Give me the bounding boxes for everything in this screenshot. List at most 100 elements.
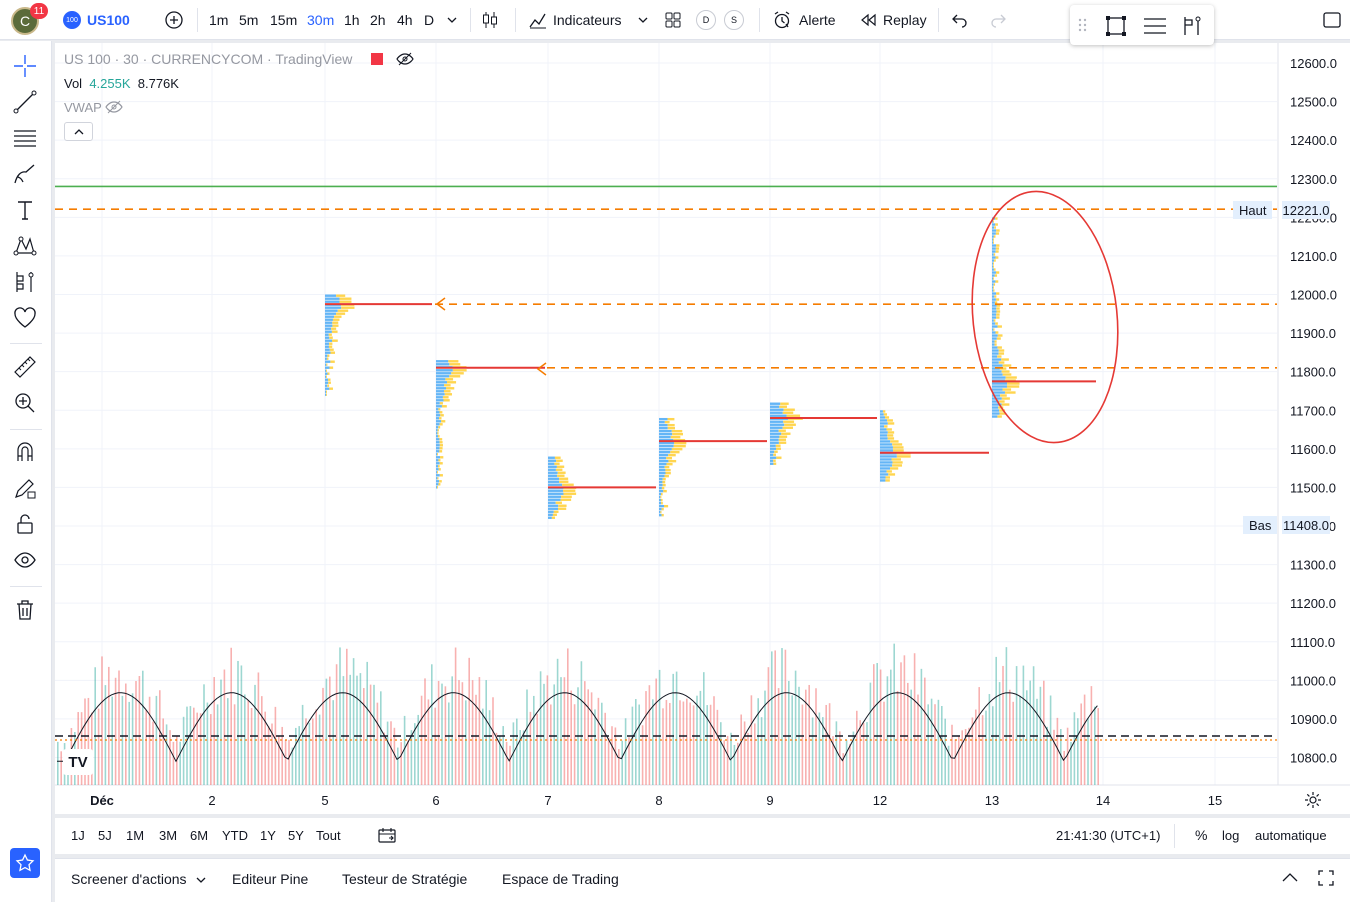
range-5J[interactable]: 5J (98, 828, 112, 843)
profile-bar-blue (992, 295, 995, 298)
range-Tout[interactable]: Tout (316, 828, 341, 843)
timeframe-15m[interactable]: 15m (270, 12, 297, 28)
eye-hidden-icon[interactable] (105, 99, 123, 115)
clock[interactable]: 21:41:30 (UTC+1) (1056, 828, 1160, 843)
settings-gear-icon[interactable] (1304, 791, 1322, 809)
s-button[interactable]: S (724, 10, 744, 30)
profile-bar-yellow (890, 467, 899, 470)
volume-bar (601, 702, 603, 785)
profile-bar-blue (992, 376, 1006, 379)
timeframe-D[interactable]: D (424, 12, 434, 28)
log-toggle[interactable]: log (1222, 828, 1239, 843)
range-1M[interactable]: 1M (126, 828, 144, 843)
volume-bar (686, 698, 688, 785)
alarm-clock-icon[interactable] (772, 10, 792, 30)
volume-bar (655, 678, 657, 785)
volume-bar (376, 702, 379, 785)
volume-bar (142, 670, 144, 785)
pattern-tool[interactable] (10, 231, 40, 261)
tab-pine-editor[interactable]: Editeur Pine (232, 871, 308, 887)
divider (1174, 824, 1175, 848)
d-button[interactable]: D (696, 10, 716, 30)
timeframe-1h[interactable]: 1h (344, 12, 360, 28)
crosshair-tool[interactable] (10, 51, 40, 81)
add-symbol-icon[interactable] (164, 10, 184, 30)
magnet-tool[interactable] (10, 437, 40, 467)
text-tool[interactable] (10, 195, 40, 225)
trend-line-tool[interactable] (10, 87, 40, 117)
horizontal-lines-icon[interactable] (1142, 14, 1168, 38)
time-tick-label: 12 (873, 793, 887, 808)
alert-button[interactable]: Alerte (799, 12, 836, 28)
maximize-icon[interactable] (1317, 869, 1335, 887)
tab-screener[interactable]: Screener d'actions (71, 871, 206, 887)
profile-bar-yellow (995, 250, 999, 253)
replay-button[interactable]: Replay (883, 12, 927, 28)
profile-bar-blue (992, 256, 996, 259)
timeframe-4h[interactable]: 4h (397, 12, 413, 28)
redo-icon[interactable] (988, 11, 1008, 29)
favorite-tools[interactable] (10, 303, 40, 333)
range-1J[interactable]: 1J (71, 828, 85, 843)
undo-icon[interactable] (950, 11, 970, 29)
chevron-up-icon[interactable] (1281, 871, 1299, 885)
indicators-icon[interactable] (528, 10, 548, 30)
candles-icon[interactable] (480, 10, 500, 30)
tab-trading-panel[interactable]: Espace de Trading (502, 871, 619, 887)
goto-date-icon[interactable] (377, 827, 397, 845)
timeframe-5m[interactable]: 5m (239, 12, 258, 28)
low-price-value: 11408.0 (1282, 516, 1330, 534)
volume-bar (859, 720, 861, 785)
replay-icon[interactable] (858, 11, 878, 29)
tab-strategy-tester[interactable]: Testeur de Stratégie (342, 871, 467, 887)
volume-bar (1022, 665, 1025, 785)
stay-drawing-tool[interactable] (10, 473, 40, 503)
brush-tool[interactable] (10, 159, 40, 189)
profile-bar-blue (548, 510, 554, 513)
zoom-tool[interactable] (10, 388, 40, 418)
timeframe-1m[interactable]: 1m (209, 12, 228, 28)
eye-hidden-icon[interactable] (396, 51, 414, 67)
auto-toggle[interactable]: automatique (1255, 828, 1327, 843)
fib-tool[interactable] (10, 123, 40, 153)
watchlist-star-button[interactable] (10, 848, 40, 878)
tradingview-logo[interactable]: TV (63, 749, 93, 775)
range-6M[interactable]: 6M (190, 828, 208, 843)
symbol-search[interactable]: US100 (87, 12, 130, 28)
volume-bar (390, 721, 392, 785)
drag-handle-icon[interactable] (1078, 17, 1088, 33)
timeframe-2h[interactable]: 2h (370, 12, 386, 28)
profile-bar-yellow (998, 349, 1005, 352)
hide-drawings-tool[interactable] (10, 545, 40, 575)
range-3M[interactable]: 3M (159, 828, 177, 843)
layout-grid-icon[interactable] (663, 10, 683, 30)
fullscreen-icon[interactable] (1322, 10, 1342, 30)
chevron-down-icon[interactable] (637, 15, 649, 25)
profile-bar-blue (880, 416, 885, 419)
volume-bar (992, 706, 994, 785)
rectangle-tool-icon[interactable] (1104, 14, 1128, 38)
remove-drawings-tool[interactable] (10, 595, 40, 625)
percent-toggle[interactable]: % (1195, 827, 1207, 843)
chart-pane[interactable]: 12600.012500.012400.012300.012200.012100… (55, 43, 1350, 814)
profile-bar-yellow (996, 229, 1000, 232)
volume-bar (587, 689, 589, 785)
range-1Y[interactable]: 1Y (260, 828, 276, 843)
position-tool-icon[interactable] (1180, 14, 1206, 38)
indicators-button[interactable]: Indicateurs (553, 12, 621, 28)
volume-bar (1056, 717, 1059, 785)
profile-bar-yellow (446, 387, 455, 390)
measure-tool[interactable] (10, 352, 40, 382)
timeframe-30m[interactable]: 30m (307, 12, 334, 28)
profile-bar-yellow (330, 360, 335, 363)
profile-bar-yellow (994, 295, 997, 298)
range-5Y[interactable]: 5Y (288, 828, 304, 843)
range-YTD[interactable]: YTD (222, 828, 248, 843)
lock-drawings-tool[interactable] (10, 509, 40, 539)
prediction-tool[interactable] (10, 267, 40, 297)
volume-bar (845, 740, 848, 785)
high-label: Haut (1239, 202, 1267, 218)
chart-canvas[interactable]: 12600.012500.012400.012300.012200.012100… (55, 43, 1350, 814)
collapse-legend-button[interactable] (64, 122, 93, 141)
chevron-down-icon[interactable] (446, 15, 458, 25)
